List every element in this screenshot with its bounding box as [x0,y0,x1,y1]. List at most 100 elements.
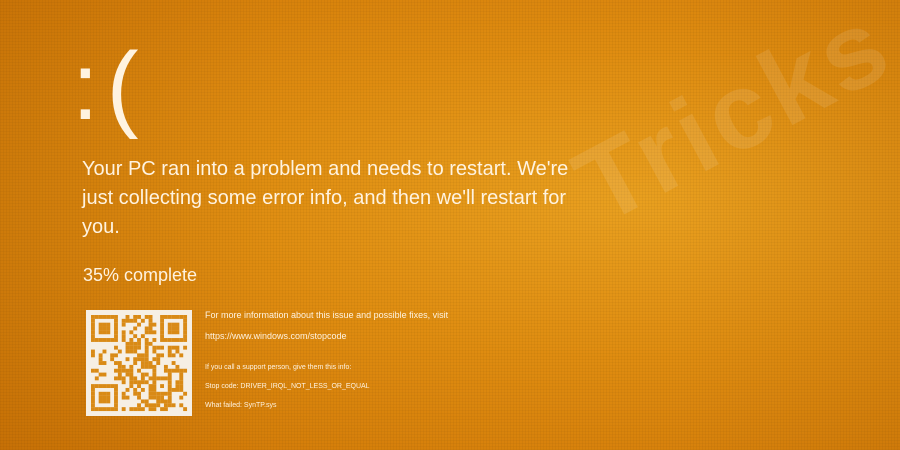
qr-module [121,364,126,369]
qr-module [125,315,130,319]
qr-module [171,387,176,392]
qr-module [175,315,180,319]
qr-module [102,349,107,354]
qr-module [156,399,161,404]
qr-module [152,380,157,385]
qr-module [160,334,165,339]
qr-module [102,326,107,331]
qr-module [148,403,153,408]
qr-module [183,368,188,373]
qr-module [140,353,145,358]
qr-module [121,318,126,323]
qr-module [183,330,188,335]
qr-module [121,407,126,412]
qr-module [114,353,118,358]
qr-module [91,349,95,354]
qr-module [148,395,153,400]
qr-module [129,372,134,377]
qr-module [137,395,141,400]
qr-module [98,353,103,358]
qr-module [171,353,176,358]
qr-module [152,338,157,342]
qr-module [98,338,103,342]
qr-module [121,391,126,396]
qr-module [148,330,153,335]
qr-module [144,338,149,342]
qr-module [156,391,161,396]
qr-module [91,334,95,339]
qr-module [133,391,138,396]
qr-module [163,376,168,381]
qr-module [148,384,153,389]
qr-module [144,345,149,350]
stopcode-url-link[interactable]: https://www.windows.com/stopcode [205,330,525,342]
qr-module [175,380,180,385]
qr-module [183,322,188,327]
qr-module [167,338,172,342]
qr-module [148,318,153,323]
qr-module [171,338,176,342]
qr-module [167,330,172,335]
qr-module [179,368,184,373]
qr-module [114,368,118,373]
qr-module [156,353,161,358]
qr-module [140,334,145,339]
watermark: Tricks [555,0,900,247]
qr-module [140,364,145,369]
qr-module [160,318,165,323]
qr-module [110,338,115,342]
qr-module [167,380,172,385]
qr-module [160,326,165,331]
qr-module [91,384,95,389]
qr-module [129,380,134,385]
qr-module [171,403,176,408]
qr-module [140,357,145,362]
qr-module [140,407,145,412]
qr-module [140,318,145,323]
qr-module [121,376,126,381]
qr-module [163,407,168,412]
qr-module [94,407,99,412]
qr-module [94,384,99,389]
qr-module [183,315,188,319]
qr-module [137,384,141,389]
qr-module [114,361,118,365]
qr-module [117,376,122,381]
qr-module [125,341,130,346]
qr-module [98,372,103,377]
qr-module [152,368,157,373]
qr-module [171,368,176,373]
qr-module [114,345,118,350]
qr-module [98,391,103,396]
qr-module [144,349,149,354]
qr-module [117,372,122,377]
qr-module [125,372,130,377]
qr-module [133,407,138,412]
qr-module [91,407,95,412]
more-info-text: For more information about this issue an… [205,310,449,320]
qr-module [121,334,126,339]
qr-module [121,322,126,327]
qr-module [102,322,107,327]
sad-face-icon: :( [72,33,147,140]
qr-module [179,372,184,377]
qr-module [110,407,115,412]
qr-module [167,368,172,373]
qr-module [152,384,157,389]
qr-module [175,330,180,335]
qr-module [125,345,130,350]
qr-module [125,318,130,323]
qr-module [171,361,176,365]
qr-module [117,361,122,365]
qr-module [156,361,161,365]
qr-module [91,322,95,327]
qr-module [110,315,115,319]
qr-module [140,372,145,377]
qr-module [152,345,157,350]
qr-module [98,330,103,335]
qr-module [91,391,95,396]
qr-module [163,364,168,369]
qr-module [167,391,172,396]
qr-module [163,368,168,373]
qr-module [121,368,126,373]
